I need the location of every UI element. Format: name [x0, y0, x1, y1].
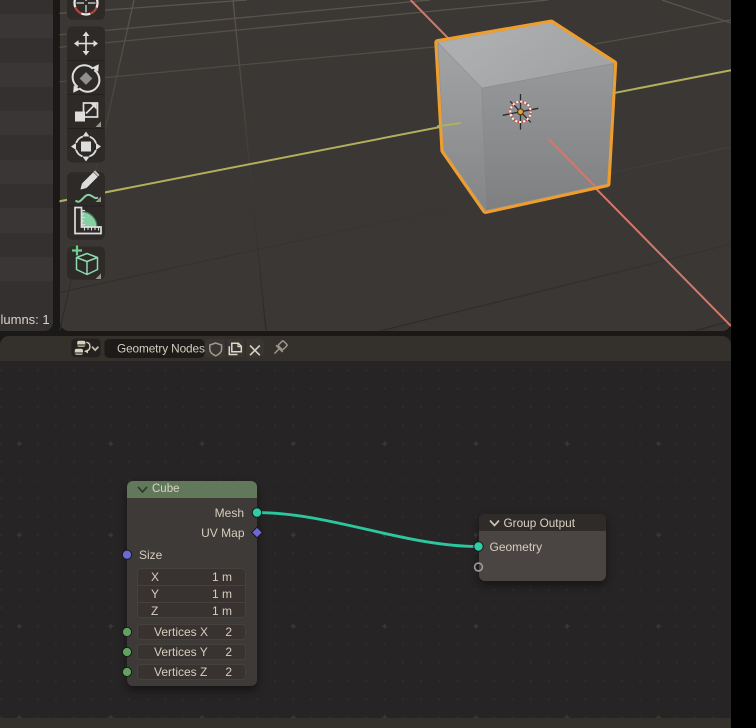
svg-text:Geometry Nodes: Geometry Nodes: [117, 341, 205, 355]
